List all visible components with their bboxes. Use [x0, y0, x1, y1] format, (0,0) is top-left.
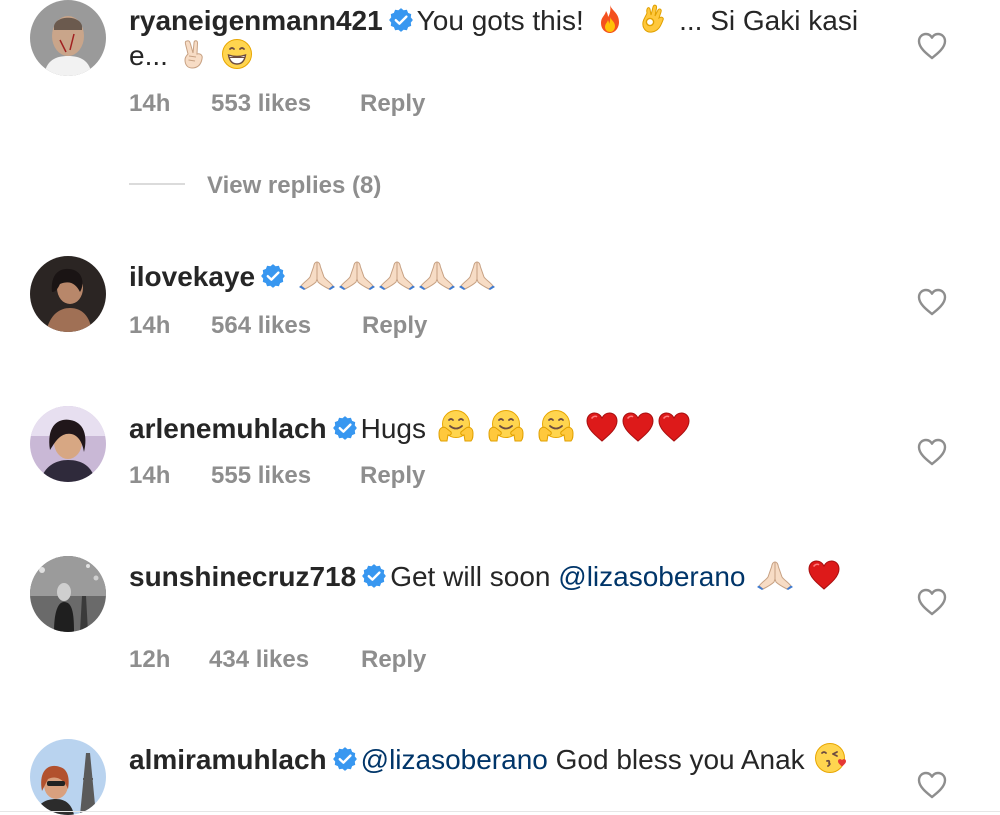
- comment-text: ilovekaye: [129, 259, 889, 294]
- avatar[interactable]: [30, 739, 106, 815]
- reply-button[interactable]: Reply: [361, 646, 426, 674]
- comment-text: sunshinecruz718 Get will soon @lizasobera…: [129, 559, 889, 594]
- comment-time[interactable]: 14h: [129, 312, 170, 340]
- mention-link[interactable]: @lizasoberano: [558, 561, 745, 592]
- likes-count[interactable]: 434 likes: [209, 646, 309, 674]
- grinning-face-emoji: [221, 38, 253, 70]
- view-replies-button[interactable]: View replies (8): [129, 172, 381, 200]
- comment-text: arlenemuhlach Hugs: [129, 409, 889, 446]
- comment-time[interactable]: 14h: [129, 462, 170, 490]
- comment-body: Hugs: [360, 413, 427, 444]
- avatar[interactable]: [30, 556, 106, 632]
- verified-badge-icon: [261, 264, 285, 288]
- comment-username[interactable]: ryaneigenmann421: [129, 5, 383, 36]
- comment-time[interactable]: 14h: [129, 90, 170, 118]
- victory-hand-emoji: [178, 38, 210, 70]
- hugging-face-emoji: [486, 409, 526, 443]
- ok-hand-emoji: [637, 3, 669, 35]
- folded-hands-emoji: [755, 559, 795, 591]
- folded-hands-emoji: [377, 259, 417, 291]
- hugging-face-emoji: [436, 409, 476, 443]
- fire-emoji: [594, 3, 626, 35]
- reply-button[interactable]: Reply: [360, 462, 425, 490]
- likes-count[interactable]: 555 likes: [211, 462, 311, 490]
- comment-username[interactable]: sunshinecruz718: [129, 561, 356, 592]
- verified-badge-icon: [333, 416, 357, 440]
- comment-body: God bless you Anak: [555, 744, 805, 775]
- bottom-divider: [0, 811, 1000, 812]
- like-heart-icon[interactable]: [916, 437, 948, 467]
- mention-link[interactable]: @lizasoberano: [361, 744, 548, 775]
- divider-line: [129, 183, 185, 185]
- folded-hands-emoji: [417, 259, 457, 291]
- folded-hands-emoji: [337, 259, 377, 291]
- like-heart-icon[interactable]: [916, 31, 948, 61]
- verified-badge-icon: [333, 747, 357, 771]
- like-heart-icon[interactable]: [916, 287, 948, 317]
- red-heart-emoji: [657, 411, 691, 443]
- red-heart-emoji: [807, 559, 841, 591]
- reply-button[interactable]: Reply: [360, 90, 425, 118]
- like-heart-icon[interactable]: [916, 770, 948, 800]
- hugging-face-emoji: [536, 409, 576, 443]
- avatar[interactable]: [30, 256, 106, 332]
- comment-body: Get will soon: [390, 561, 551, 592]
- comment-username[interactable]: arlenemuhlach: [129, 413, 327, 444]
- face-blowing-kiss-emoji: [814, 742, 850, 774]
- comment-time[interactable]: 12h: [129, 646, 170, 674]
- folded-hands-emoji: [297, 259, 337, 291]
- verified-badge-icon: [362, 564, 386, 588]
- comment-username[interactable]: ilovekaye: [129, 261, 255, 292]
- likes-count[interactable]: 564 likes: [211, 312, 311, 340]
- avatar[interactable]: [30, 406, 106, 482]
- comment-username[interactable]: almiramuhlach: [129, 744, 327, 775]
- comment-text: almiramuhlach @lizasoberano God bless you…: [129, 742, 889, 777]
- reply-button[interactable]: Reply: [362, 312, 427, 340]
- avatar[interactable]: [30, 0, 106, 76]
- folded-hands-emoji: [457, 259, 497, 291]
- red-heart-emoji: [585, 411, 619, 443]
- comment-text: ryaneigenmann421 You gots this! ... Si Ga…: [129, 3, 889, 73]
- likes-count[interactable]: 553 likes: [211, 90, 311, 118]
- comment-body: You gots this!: [416, 5, 584, 36]
- verified-badge-icon: [389, 8, 413, 32]
- like-heart-icon[interactable]: [916, 587, 948, 617]
- red-heart-emoji: [621, 411, 655, 443]
- view-replies-label: View replies (8): [207, 172, 382, 199]
